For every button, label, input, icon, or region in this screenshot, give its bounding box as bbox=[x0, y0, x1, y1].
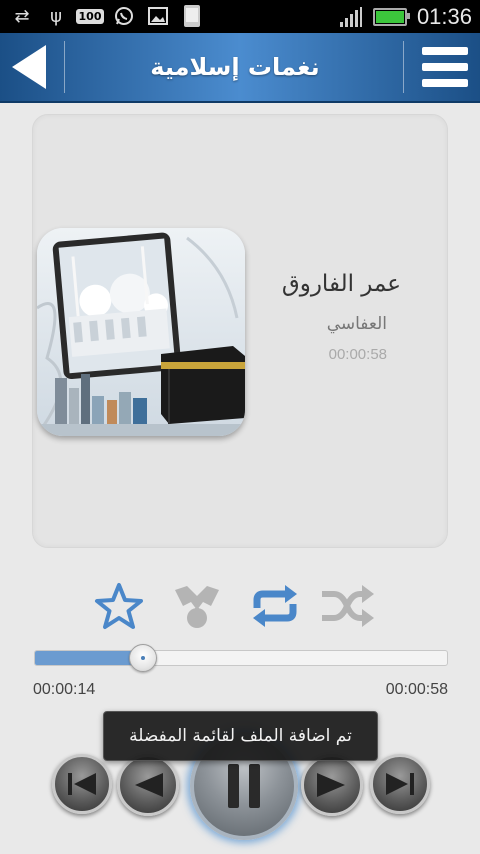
toast-message: تم اضافة الملف لقائمة المفضلة bbox=[103, 711, 378, 761]
page-title: نغمات إسلامية bbox=[150, 53, 320, 81]
star-icon bbox=[95, 583, 143, 629]
status-system: 01:36 bbox=[339, 0, 472, 33]
fast-forward-button[interactable] bbox=[301, 754, 363, 816]
skip-previous-icon bbox=[68, 773, 96, 795]
header-divider bbox=[64, 41, 65, 93]
shuffle-icon bbox=[322, 585, 374, 627]
seek-bar[interactable] bbox=[34, 644, 448, 672]
sync-icon: ⇄ bbox=[14, 5, 30, 27]
track-artist: العفاسي bbox=[326, 314, 387, 334]
menu-button[interactable] bbox=[404, 33, 480, 101]
fast-forward-icon bbox=[317, 773, 345, 797]
battery-badge-icon: 100 bbox=[75, 5, 105, 27]
share-icon bbox=[175, 586, 219, 628]
skip-next-icon bbox=[386, 773, 414, 795]
status-notifications: ⇄ ψ 100 bbox=[10, 3, 204, 29]
app-notification-icon bbox=[180, 5, 204, 27]
track-title: عمر الفاروق bbox=[281, 271, 401, 297]
track-card: عمر الفاروق العفاسي 00:00:58 bbox=[32, 114, 448, 548]
back-button[interactable] bbox=[0, 33, 64, 101]
rewind-button[interactable] bbox=[117, 754, 179, 816]
skip-previous-button[interactable] bbox=[52, 754, 112, 814]
shuffle-button[interactable] bbox=[320, 582, 374, 630]
pause-icon bbox=[228, 764, 260, 808]
favorite-button[interactable] bbox=[93, 582, 145, 630]
seek-thumb[interactable] bbox=[129, 644, 158, 672]
status-time: 01:36 bbox=[416, 3, 472, 29]
app-header: نغمات إسلامية bbox=[0, 33, 480, 103]
whatsapp-icon bbox=[112, 5, 136, 27]
usb-icon: ψ bbox=[50, 5, 62, 27]
image-icon bbox=[146, 5, 170, 27]
track-duration: 00:00:58 bbox=[328, 346, 387, 363]
back-arrow-icon bbox=[12, 45, 46, 89]
status-bar: ⇄ ψ 100 01:36 bbox=[0, 0, 480, 33]
repeat-button[interactable] bbox=[249, 582, 301, 630]
total-time: 00:00:58 bbox=[385, 681, 448, 698]
album-cover bbox=[37, 228, 245, 436]
skip-next-button[interactable] bbox=[370, 754, 430, 814]
hamburger-menu-icon bbox=[422, 47, 468, 87]
seek-progress bbox=[35, 651, 143, 665]
rewind-icon bbox=[135, 773, 163, 797]
current-time: 00:00:14 bbox=[33, 681, 96, 698]
signal-icon bbox=[339, 6, 362, 27]
battery-icon bbox=[372, 7, 410, 26]
album-art-image bbox=[37, 228, 245, 436]
repeat-icon bbox=[253, 585, 297, 627]
share-button[interactable] bbox=[171, 582, 223, 630]
